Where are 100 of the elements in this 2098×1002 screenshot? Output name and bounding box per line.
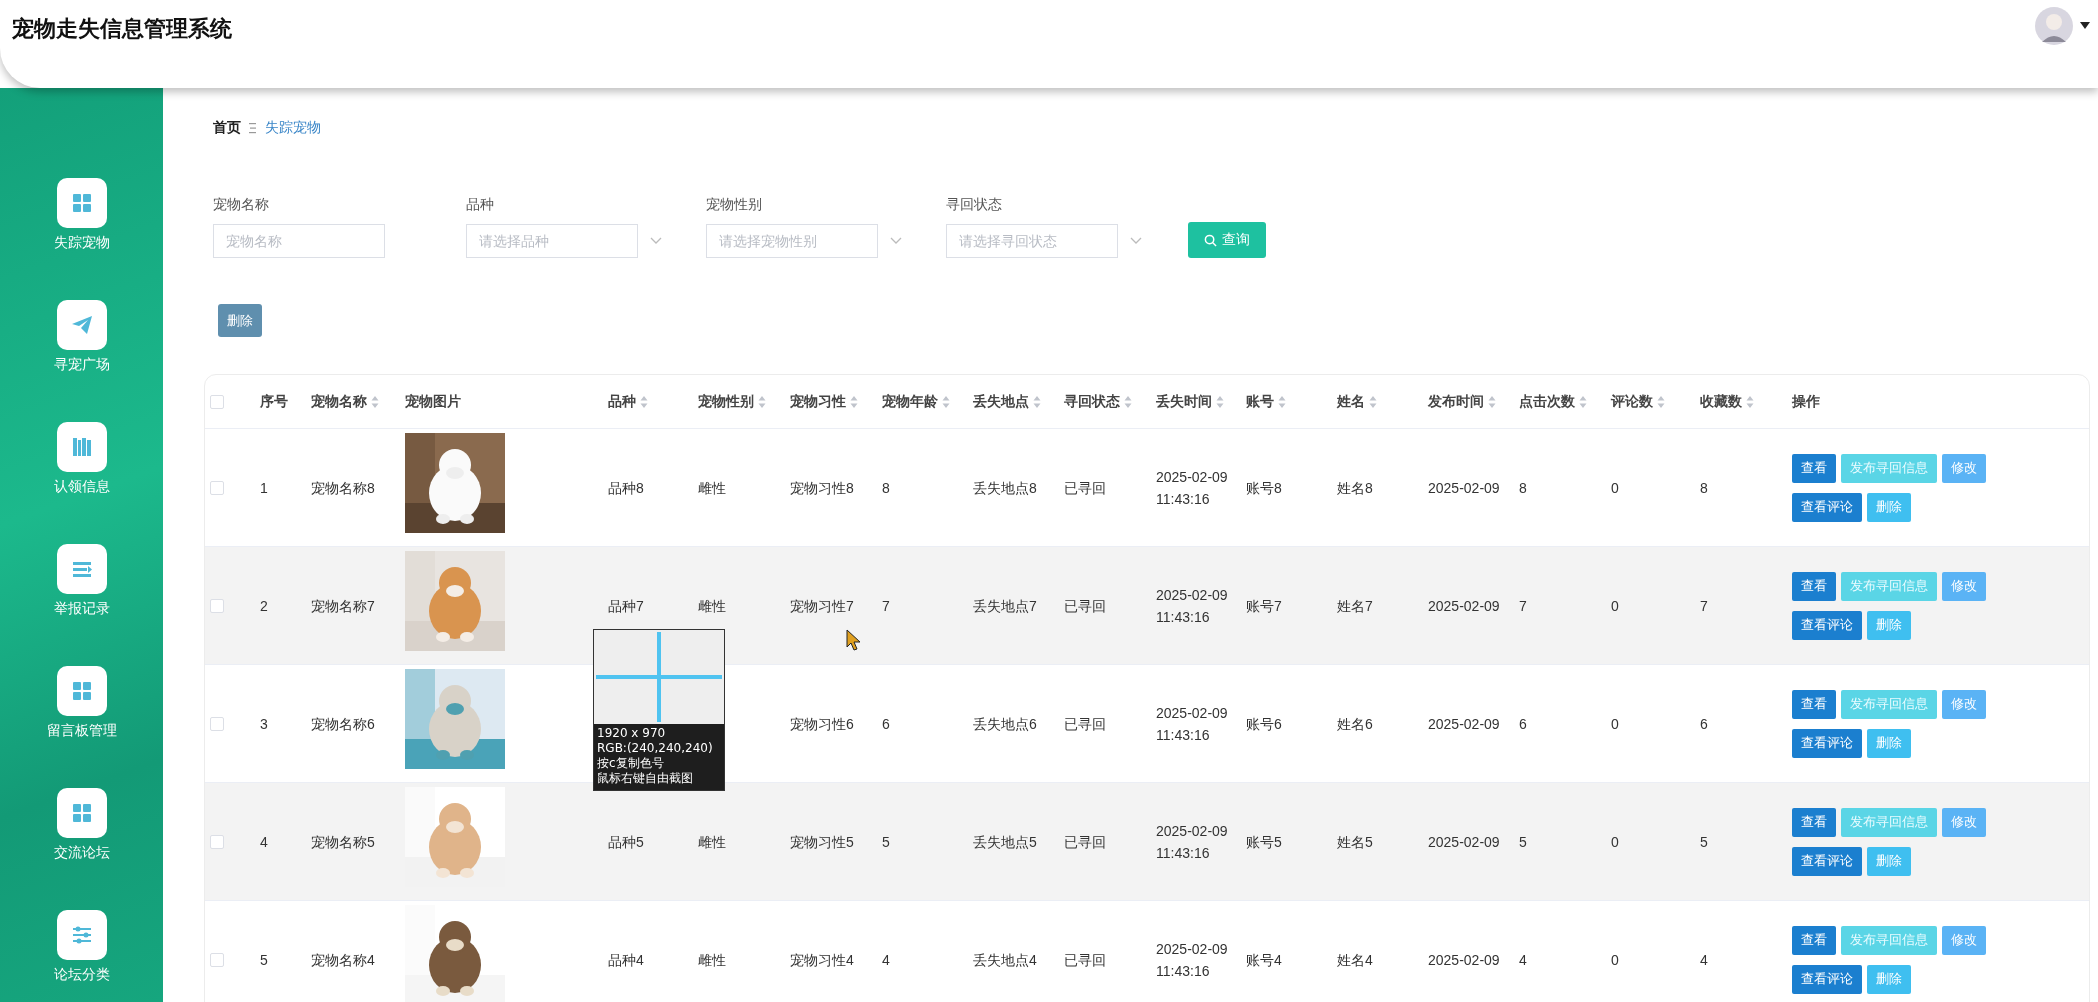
delete-button[interactable]: 删除 bbox=[1867, 728, 1911, 758]
column-header: 序号 bbox=[260, 392, 288, 411]
delete-button[interactable]: 删除 bbox=[218, 304, 262, 337]
avatar[interactable] bbox=[2034, 6, 2074, 46]
sort-icon[interactable] bbox=[1216, 394, 1224, 409]
checkbox[interactable] bbox=[210, 394, 224, 409]
view-button[interactable]: 查看 bbox=[1792, 453, 1836, 483]
search-button[interactable]: 查询 bbox=[1188, 222, 1266, 258]
column-header[interactable]: 丢失时间 bbox=[1156, 392, 1212, 411]
delete-button[interactable]: 删除 bbox=[1867, 610, 1911, 640]
menu-icon-tile[interactable] bbox=[56, 666, 107, 716]
edit-button[interactable]: 修改 bbox=[1942, 925, 1986, 955]
column-header[interactable]: 宠物名称 bbox=[311, 392, 367, 411]
view-button[interactable]: 查看评论 bbox=[1792, 728, 1862, 758]
checkbox[interactable] bbox=[210, 716, 224, 731]
sort-icon[interactable] bbox=[1746, 394, 1754, 409]
column-header[interactable]: 发布时间 bbox=[1428, 392, 1484, 411]
table-cell: 7 bbox=[882, 597, 890, 614]
view-button[interactable]: 查看评论 bbox=[1792, 964, 1862, 994]
view-button[interactable]: 查看评论 bbox=[1792, 610, 1862, 640]
table-cell: 2025-02-09 bbox=[1428, 951, 1500, 968]
view-button[interactable]: 查看评论 bbox=[1792, 492, 1862, 522]
menu-icon-tile[interactable] bbox=[56, 300, 107, 350]
table-cell: 0 bbox=[1611, 597, 1619, 614]
tooltip-text: 鼠标右键自由截图 bbox=[597, 771, 694, 786]
view-button[interactable]: 查看 bbox=[1792, 807, 1836, 837]
chevron-down-icon[interactable] bbox=[1130, 237, 1142, 245]
column-header[interactable]: 点击次数 bbox=[1519, 392, 1575, 411]
delete-button[interactable]: 删除 bbox=[1867, 492, 1911, 522]
chevron-down-icon[interactable] bbox=[890, 237, 902, 245]
table-cell: 账号7 bbox=[1246, 597, 1282, 614]
sidebar-item[interactable]: 失踪宠物 bbox=[53, 234, 110, 252]
menu-icon-tile[interactable] bbox=[56, 544, 107, 594]
sort-icon[interactable] bbox=[640, 394, 648, 409]
table-cell: 账号6 bbox=[1246, 715, 1282, 732]
column-header[interactable]: 品种 bbox=[608, 392, 636, 411]
column-header[interactable]: 寻回状态 bbox=[1064, 392, 1120, 411]
sort-icon[interactable] bbox=[942, 394, 950, 409]
menu-icon-tile[interactable] bbox=[56, 178, 107, 228]
breadcrumb-link[interactable]: 首页 bbox=[213, 119, 241, 137]
select-field[interactable]: 请选择品种 bbox=[466, 224, 638, 258]
sidebar-item[interactable]: 寻宠广场 bbox=[53, 356, 110, 374]
table-cell: 0 bbox=[1611, 479, 1619, 496]
delete-button[interactable]: 删除 bbox=[1867, 846, 1911, 876]
sidebar-item[interactable]: 论坛分类 bbox=[53, 966, 110, 984]
chevron-down-icon[interactable] bbox=[650, 237, 662, 245]
sort-icon[interactable] bbox=[1488, 394, 1496, 409]
sidebar-item[interactable]: 交流论坛 bbox=[53, 844, 110, 862]
sort-icon[interactable] bbox=[850, 394, 858, 409]
column-header[interactable]: 丢失地点 bbox=[973, 392, 1029, 411]
table-cell: 品种4 bbox=[608, 951, 644, 968]
view-button[interactable]: 查看 bbox=[1792, 689, 1836, 719]
menu-icon-tile[interactable] bbox=[56, 910, 107, 960]
column-header[interactable]: 宠物习性 bbox=[790, 392, 846, 411]
checkbox[interactable] bbox=[210, 598, 224, 613]
table-cell: 宠物名称4 bbox=[311, 951, 375, 968]
edit-button[interactable]: 修改 bbox=[1942, 453, 1986, 483]
edit-button[interactable]: 修改 bbox=[1942, 689, 1986, 719]
app-title: 宠物走失信息管理系统 bbox=[12, 15, 232, 43]
sidebar-item[interactable]: 举报记录 bbox=[53, 600, 110, 618]
menu-icon-tile[interactable] bbox=[56, 788, 107, 838]
sort-icon[interactable] bbox=[1657, 394, 1665, 409]
column-header[interactable]: 姓名 bbox=[1337, 392, 1365, 411]
input-field[interactable]: 宠物名称 bbox=[213, 224, 385, 258]
sort-icon[interactable] bbox=[1579, 394, 1587, 409]
table-cell: 账号8 bbox=[1246, 479, 1282, 496]
checkbox[interactable] bbox=[210, 952, 224, 967]
view-button[interactable]: 查看 bbox=[1792, 925, 1836, 955]
sort-icon[interactable] bbox=[1124, 394, 1132, 409]
checkbox[interactable] bbox=[210, 834, 224, 849]
sort-icon[interactable] bbox=[1369, 394, 1377, 409]
sort-icon[interactable] bbox=[1278, 394, 1286, 409]
table-cell: 账号5 bbox=[1246, 833, 1282, 850]
column-header[interactable]: 收藏数 bbox=[1700, 392, 1742, 411]
table-cell-text: 2025-02-09 11:43:16 bbox=[1156, 939, 1229, 981]
column-header[interactable]: 评论数 bbox=[1611, 392, 1653, 411]
table-cell: 丢失地点7 bbox=[973, 597, 1037, 614]
breadcrumb-link[interactable]: 失踪宠物 bbox=[265, 119, 321, 137]
select-field[interactable]: 请选择寻回状态 bbox=[946, 224, 1118, 258]
checkbox[interactable] bbox=[210, 480, 224, 495]
table-cell: 5 bbox=[260, 951, 268, 968]
table-cell: 品种7 bbox=[608, 597, 644, 614]
edit-button[interactable]: 修改 bbox=[1942, 807, 1986, 837]
sidebar-item[interactable]: 留言板管理 bbox=[46, 722, 117, 740]
view-button[interactable]: 查看评论 bbox=[1792, 846, 1862, 876]
view-button[interactable]: 查看 bbox=[1792, 571, 1836, 601]
sidebar-item[interactable]: 认领信息 bbox=[53, 478, 110, 496]
column-header[interactable]: 宠物性别 bbox=[698, 392, 754, 411]
menu-icon-tile[interactable] bbox=[56, 422, 107, 472]
column-header[interactable]: 账号 bbox=[1246, 392, 1274, 411]
sort-icon[interactable] bbox=[1033, 394, 1041, 409]
edit-button[interactable]: 修改 bbox=[1942, 571, 1986, 601]
caret-icon[interactable] bbox=[2080, 22, 2090, 30]
column-header[interactable]: 宠物年龄 bbox=[882, 392, 938, 411]
column-header: 操作 bbox=[1792, 392, 1820, 411]
select-field[interactable]: 请选择宠物性别 bbox=[706, 224, 878, 258]
delete-button[interactable]: 删除 bbox=[1867, 964, 1911, 994]
sort-icon[interactable] bbox=[371, 394, 379, 409]
sort-icon[interactable] bbox=[758, 394, 766, 409]
table-cell: 已寻回 bbox=[1064, 479, 1106, 496]
